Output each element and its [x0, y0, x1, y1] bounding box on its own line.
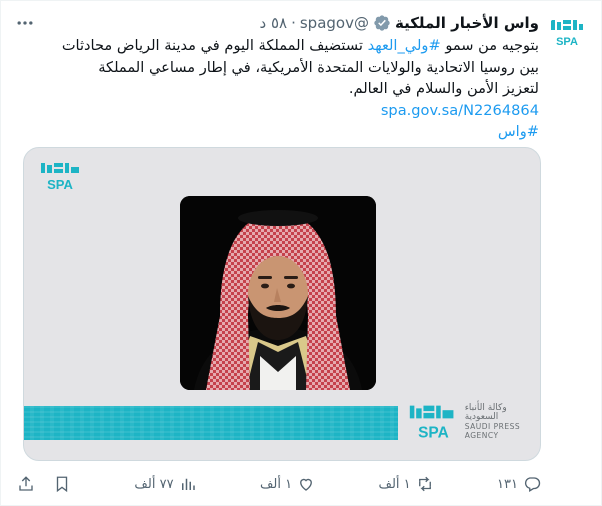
post-time[interactable]: ٥٨ د	[260, 14, 288, 32]
decorative-band	[24, 406, 398, 440]
views-button[interactable]: ٧٧ ألف	[134, 475, 196, 493]
hashtag-link[interactable]: #واس	[498, 123, 539, 140]
reply-button[interactable]: ١٣١	[497, 475, 541, 493]
portrait-photo[interactable]	[180, 196, 376, 390]
views-chart-icon	[181, 478, 195, 490]
avatar[interactable]: SPA	[547, 13, 587, 53]
media-card[interactable]: SPA SPA وكالة الأنباء السعودية SAUDI PRE…	[23, 147, 541, 461]
author-handle[interactable]: @spagov	[300, 14, 369, 32]
tweet-card[interactable]: SPA واس الأخبار الملكية @spagov · ٥٨ د ب…	[0, 0, 602, 506]
verified-badge-icon	[373, 14, 391, 32]
agency-name-ar: وكالة الأنباء السعودية	[464, 403, 507, 422]
repost-button[interactable]: ١ ألف	[379, 475, 434, 493]
agency-name-en-1: SAUDI PRESS	[464, 422, 521, 431]
svg-text:SPA: SPA	[418, 424, 449, 441]
article-link[interactable]: spa.gov.sa/N2264864	[381, 102, 539, 119]
agency-name: وكالة الأنباء السعودية SAUDI PRESS AGENC…	[464, 403, 536, 441]
agency-name-en-2: AGENCY	[464, 431, 499, 440]
like-count: ١ ألف	[259, 476, 293, 492]
separator-dot: ·	[291, 14, 296, 32]
action-bar: ١٣١ ١ ألف ١ ألف ٧٧ ألف	[17, 471, 541, 497]
views-count: ٧٧ ألف	[134, 476, 174, 492]
reply-icon	[524, 477, 541, 492]
agency-logo: SPA وكالة الأنباء السعودية SAUDI PRESS A…	[408, 400, 536, 444]
secondary-actions	[17, 475, 71, 493]
bookmark-button[interactable]	[53, 475, 71, 493]
reply-count: ١٣١	[497, 476, 518, 492]
more-options-icon[interactable]	[15, 13, 35, 33]
heart-icon	[300, 478, 313, 491]
hashtag-link[interactable]: #ولي_العهد	[368, 37, 441, 54]
tweet-header: واس الأخبار الملكية @spagov · ٥٨ د	[21, 12, 540, 34]
spa-logo-icon: SPA	[40, 162, 82, 192]
svg-text:SPA: SPA	[47, 177, 73, 192]
tweet-prefix: بتوجيه من سمو	[440, 37, 539, 54]
like-button[interactable]: ١ ألف	[260, 475, 315, 493]
bookmark-icon	[56, 476, 68, 493]
repost-count: ١ ألف	[378, 476, 411, 492]
author-name[interactable]: واس الأخبار الملكية	[395, 14, 539, 32]
svg-text:SPA: SPA	[556, 36, 578, 48]
share-icon	[19, 476, 33, 491]
spa-logo-icon: SPA	[551, 20, 583, 48]
spa-logo-icon: SPA	[409, 405, 454, 441]
share-button[interactable]	[17, 475, 35, 493]
tweet-text: بتوجيه من سمو #ولي_العهد تستضيف المملكة …	[59, 35, 539, 143]
repost-icon	[418, 476, 431, 492]
